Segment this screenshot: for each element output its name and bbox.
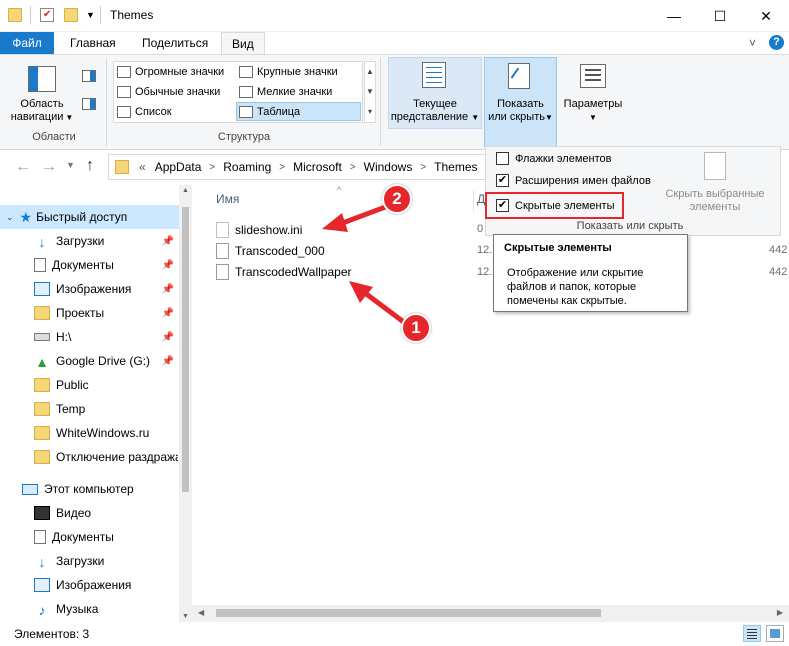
large-icons-view-icon[interactable] — [766, 625, 784, 642]
arrowhead-1 — [349, 281, 373, 303]
details-view-icon[interactable] — [743, 625, 761, 642]
arrow-line-1 — [363, 291, 407, 325]
scroll-thumb[interactable] — [216, 609, 601, 617]
item-count: Элементов: 3 — [14, 627, 90, 641]
arrow-line-2 — [339, 203, 389, 227]
annotation-badge-2: 2 — [382, 184, 412, 214]
annotation-badge-1: 1 — [401, 313, 431, 343]
scroll-right-icon[interactable]: ▶ — [777, 608, 783, 617]
scroll-left-icon[interactable]: ◀ — [198, 608, 204, 617]
annotation-arrows — [322, 203, 407, 325]
horizontal-scrollbar[interactable]: ◀ ▶ — [192, 605, 789, 622]
arrowhead-2 — [322, 213, 348, 232]
status-bar — [0, 622, 789, 646]
